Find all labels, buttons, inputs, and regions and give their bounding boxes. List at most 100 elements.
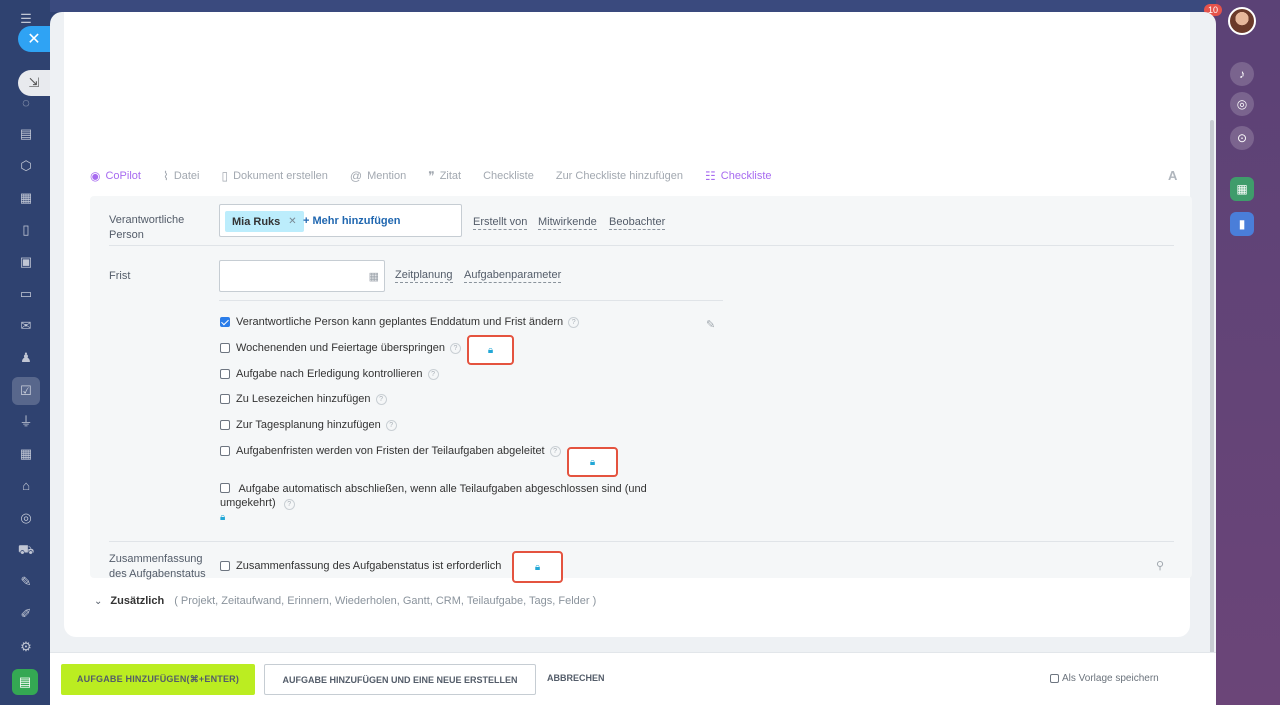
checkbox[interactable] bbox=[220, 317, 230, 327]
save-template-option[interactable]: Als Vorlage speichern bbox=[1050, 673, 1159, 684]
checklist-ai-button[interactable]: ☷ Checkliste bbox=[705, 169, 772, 183]
app-icon[interactable]: ▦ bbox=[1230, 177, 1254, 201]
responsible-field[interactable]: Mia Ruks ✕ + Mehr hinzufügen bbox=[219, 204, 462, 237]
divider bbox=[109, 541, 1174, 542]
checkbox[interactable] bbox=[220, 343, 230, 353]
option-day-planning[interactable]: Zur Tagesplanung hinzufügen ? bbox=[220, 419, 397, 431]
planning-link[interactable]: Zeitplanung bbox=[395, 269, 453, 283]
divider bbox=[219, 300, 723, 301]
divider bbox=[109, 245, 1174, 246]
paperclip-icon: ⌇ bbox=[162, 169, 169, 183]
pen-icon[interactable]: ✐ bbox=[17, 605, 35, 623]
sign-icon[interactable]: ✎ bbox=[17, 573, 35, 591]
search-chat-icon[interactable]: ⊙ bbox=[1230, 126, 1254, 150]
bell-icon[interactable]: ♪ bbox=[1230, 62, 1254, 86]
checkbox[interactable] bbox=[220, 446, 230, 456]
chat-icon[interactable]: ◌ bbox=[17, 94, 35, 112]
file-label: Datei bbox=[173, 170, 200, 182]
checkbox[interactable] bbox=[220, 369, 230, 379]
lock-highlight[interactable]: 🔒︎ bbox=[512, 551, 563, 583]
editor-toolbar: ◉ CoPilot ⌇ Datei ▯ Dokument erstellen @ Men… bbox=[90, 168, 794, 184]
calendar-icon[interactable]: ▦ bbox=[369, 270, 379, 283]
option-control-after-done[interactable]: Aufgabe nach Erledigung kontrollieren ? bbox=[220, 368, 439, 380]
option-label: Aufgabenfristen werden von Fristen der T… bbox=[236, 445, 545, 457]
minimize-slider-button[interactable]: ⇲ bbox=[18, 70, 50, 96]
deadline-date-input[interactable]: ▦ bbox=[219, 260, 385, 292]
option-label: Aufgabe nach Erledigung kontrollieren bbox=[236, 368, 423, 380]
option-bookmark[interactable]: Zu Lesezeichen hinzufügen ? bbox=[220, 393, 387, 405]
responsible-chip[interactable]: Mia Ruks ✕ bbox=[225, 211, 304, 232]
participants-link[interactable]: Mitwirkende bbox=[538, 216, 597, 230]
bookmark-icon[interactable]: ▮ bbox=[1230, 212, 1254, 236]
checkbox[interactable] bbox=[220, 483, 230, 493]
scrollbar[interactable] bbox=[1210, 120, 1214, 705]
add-more-link[interactable]: + Mehr hinzufügen bbox=[303, 215, 400, 227]
at-icon: @ bbox=[349, 169, 363, 183]
help-icon[interactable]: ? bbox=[549, 445, 561, 457]
market-icon[interactable]: ▤ bbox=[12, 669, 38, 695]
option-label: Zusammenfassung des Aufgabenstatus ist e… bbox=[236, 560, 502, 572]
hexagon-icon[interactable]: ⬡ bbox=[17, 157, 35, 175]
option-change-deadline[interactable]: Verantwortliche Person kann geplantes En… bbox=[220, 316, 580, 328]
board-icon[interactable]: ▣ bbox=[17, 253, 35, 271]
quote-button[interactable]: ❞ Zitat bbox=[428, 169, 461, 183]
footer-bar: AUFGABE HINZUFÜGEN(⌘+ENTER) AUFGABE HINZ… bbox=[50, 652, 1216, 705]
help-icon[interactable]: ? bbox=[449, 342, 461, 354]
pin-icon[interactable]: ⚲ bbox=[1156, 559, 1164, 572]
remove-icon[interactable]: ✕ bbox=[288, 216, 296, 227]
file-button[interactable]: ⌇ Datei bbox=[163, 169, 200, 183]
lock-highlight[interactable]: 🔒︎ bbox=[467, 335, 514, 365]
mail-icon[interactable]: ✉ bbox=[17, 317, 35, 335]
option-summary-required[interactable]: Zusammenfassung des Aufgabenstatus ist e… bbox=[220, 560, 501, 572]
lock-highlight[interactable]: 🔒︎ bbox=[567, 447, 618, 477]
funnel-icon[interactable]: ⏚ bbox=[17, 413, 35, 431]
option-subtask-deadlines[interactable]: Aufgabenfristen werden von Fristen der T… bbox=[220, 445, 561, 457]
task-create-panel: ◉ CoPilot ⌇ Datei ▯ Dokument erstellen @ Men… bbox=[50, 12, 1216, 705]
option-skip-weekends[interactable]: Wochenenden und Feiertage überspringen ? bbox=[220, 342, 461, 354]
pin-icon[interactable]: ✎ bbox=[706, 318, 715, 331]
task-params-link[interactable]: Aufgabenparameter bbox=[464, 269, 562, 283]
created-by-link[interactable]: Erstellt von bbox=[473, 216, 528, 230]
lock-icon: 🔒︎ bbox=[487, 344, 494, 356]
close-slider-button[interactable]: ✕ bbox=[18, 26, 50, 52]
settings-icon[interactable]: ⚙ bbox=[17, 638, 35, 656]
help-icon[interactable]: ? bbox=[568, 316, 580, 328]
document-icon[interactable]: ▯ bbox=[17, 221, 35, 239]
help-icon[interactable]: ? bbox=[283, 499, 295, 510]
store-icon[interactable]: ⌂ bbox=[17, 477, 35, 495]
avatar[interactable] bbox=[1228, 7, 1256, 35]
cart-icon[interactable]: ⛟ bbox=[17, 541, 35, 559]
add-to-checklist-button[interactable]: Zur Checkliste hinzufügen bbox=[556, 170, 683, 182]
tasks-icon[interactable]: ☑ bbox=[12, 377, 40, 405]
checkbox[interactable] bbox=[220, 394, 230, 404]
observers-link[interactable]: Beobachter bbox=[609, 216, 666, 230]
option-auto-complete[interactable]: Aufgabe automatisch abschließen, wenn al… bbox=[220, 482, 660, 525]
checkbox[interactable] bbox=[220, 420, 230, 430]
add-and-new-button[interactable]: AUFGABE HINZUFÜGEN UND EINE NEUE ERSTELL… bbox=[264, 664, 536, 695]
help-icon[interactable]: ? bbox=[427, 368, 439, 380]
font-format-button[interactable]: A bbox=[1168, 168, 1177, 183]
copilot-icon[interactable]: ◎ bbox=[1230, 92, 1254, 116]
checkbox[interactable] bbox=[220, 561, 230, 571]
planner-icon[interactable]: ▦ bbox=[17, 445, 35, 463]
quote-icon: ❞ bbox=[428, 169, 435, 183]
checklist-button[interactable]: Checkliste bbox=[483, 170, 534, 182]
target-icon[interactable]: ◎ bbox=[17, 509, 35, 527]
create-document-button[interactable]: ▯ Dokument erstellen bbox=[222, 169, 328, 183]
help-icon[interactable]: ? bbox=[385, 419, 397, 431]
feed-icon[interactable]: ▤ bbox=[17, 125, 35, 143]
option-label: Verantwortliche Person kann geplantes En… bbox=[236, 316, 564, 328]
checkbox[interactable] bbox=[1050, 674, 1059, 683]
copilot-button[interactable]: ◉ CoPilot bbox=[90, 169, 141, 183]
drive-icon[interactable]: ▭ bbox=[17, 285, 35, 303]
top-strip bbox=[50, 0, 1216, 12]
mention-button[interactable]: @ Mention bbox=[350, 169, 406, 183]
help-icon[interactable]: ? bbox=[375, 393, 387, 405]
additional-section[interactable]: ⌄ Zusätzlich ( Projekt, Zeitaufwand, Eri… bbox=[94, 595, 596, 607]
additional-items: ( Projekt, Zeitaufwand, Erinnern, Wieder… bbox=[174, 595, 597, 607]
calendar-icon[interactable]: ▦ bbox=[17, 189, 35, 207]
responsible-person-name: Mia Ruks bbox=[232, 215, 281, 228]
groups-icon[interactable]: ♟ bbox=[17, 349, 35, 367]
add-task-button[interactable]: AUFGABE HINZUFÜGEN(⌘+ENTER) bbox=[61, 664, 255, 695]
cancel-button[interactable]: ABBRECHEN bbox=[547, 673, 605, 683]
